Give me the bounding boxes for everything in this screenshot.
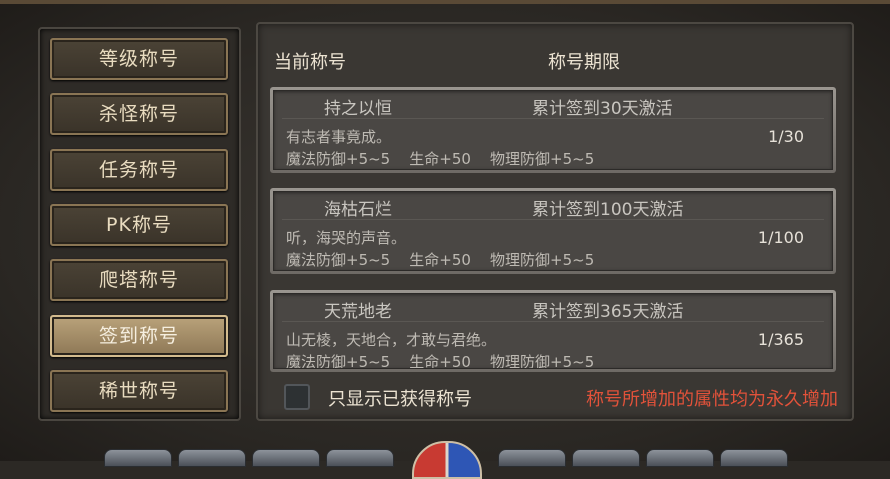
title-card[interactable]: 持之以恒 累计签到30天激活 有志者事竟成。 魔法防御+5~5 生命+50 物理… <box>270 87 836 173</box>
title-attributes: 魔法防御+5~5 生命+50 物理防御+5~5 <box>286 353 595 369</box>
bottom-ornament <box>646 449 714 467</box>
title-attributes: 魔法防御+5~5 生命+50 物理防御+5~5 <box>286 251 595 269</box>
title-condition: 累计签到100天激活 <box>532 200 684 220</box>
tab-quest-titles[interactable]: 任务称号 <box>50 149 228 191</box>
tab-rare-titles[interactable]: 稀世称号 <box>50 370 228 412</box>
bottom-ornament <box>720 449 788 467</box>
title-progress: 1/365 <box>757 330 804 349</box>
bottom-ornament <box>498 449 566 467</box>
title-description: 听，海哭的声音。 <box>286 229 407 247</box>
bottom-ornament <box>104 449 172 467</box>
bottom-ornament <box>178 449 246 467</box>
title-attributes: 魔法防御+5~5 生命+50 物理防御+5~5 <box>286 150 595 168</box>
title-progress: 1/30 <box>768 127 804 146</box>
title-card[interactable]: 海枯石烂 累计签到100天激活 听，海哭的声音。 魔法防御+5~5 生命+50 … <box>270 188 836 274</box>
title-condition: 累计签到365天激活 <box>532 302 684 322</box>
bottom-ornament <box>572 449 640 467</box>
tab-signin-titles[interactable]: 签到称号 <box>50 315 228 357</box>
header-title-period: 称号期限 <box>548 52 620 73</box>
title-card[interactable]: 天荒地老 累计签到365天激活 山无棱，天地合，才敢与君绝。 魔法防御+5~5 … <box>270 290 836 372</box>
title-divider <box>282 321 824 322</box>
title-card-body: 持之以恒 累计签到30天激活 有志者事竟成。 魔法防御+5~5 生命+50 物理… <box>273 90 833 170</box>
title-divider <box>282 118 824 119</box>
permanent-attribute-note: 称号所增加的属性均为永久增加 <box>586 389 838 410</box>
title-name: 海枯石烂 <box>324 200 392 220</box>
tab-pk-titles[interactable]: PK称号 <box>50 204 228 246</box>
title-condition: 累计签到30天激活 <box>532 99 673 119</box>
title-description: 有志者事竟成。 <box>286 128 392 146</box>
bottom-ornament <box>252 449 320 467</box>
title-name: 天荒地老 <box>324 302 392 322</box>
header-current-title: 当前称号 <box>274 52 346 73</box>
tab-tower-titles[interactable]: 爬塔称号 <box>50 259 228 301</box>
show-owned-checkbox[interactable] <box>284 384 310 410</box>
title-card-body: 天荒地老 累计签到365天激活 山无棱，天地合，才敢与君绝。 魔法防御+5~5 … <box>273 293 833 369</box>
tab-level-titles[interactable]: 等级称号 <box>50 38 228 80</box>
title-name: 持之以恒 <box>324 99 392 119</box>
bottom-ornament <box>326 449 394 467</box>
top-border <box>0 0 890 4</box>
title-progress: 1/100 <box>757 228 804 247</box>
show-owned-label[interactable]: 只显示已获得称号 <box>328 385 472 411</box>
title-divider <box>282 219 824 220</box>
tab-monster-titles[interactable]: 杀怪称号 <box>50 93 228 135</box>
title-card-body: 海枯石烂 累计签到100天激活 听，海哭的声音。 魔法防御+5~5 生命+50 … <box>273 191 833 271</box>
category-tab-panel: 等级称号 杀怪称号 任务称号 PK称号 爬塔称号 签到称号 稀世称号 <box>38 27 241 421</box>
title-list-panel: 当前称号 称号期限 持之以恒 累计签到30天激活 有志者事竟成。 魔法防御+5~… <box>256 22 854 421</box>
title-description: 山无棱，天地合，才敢与君绝。 <box>286 331 497 349</box>
